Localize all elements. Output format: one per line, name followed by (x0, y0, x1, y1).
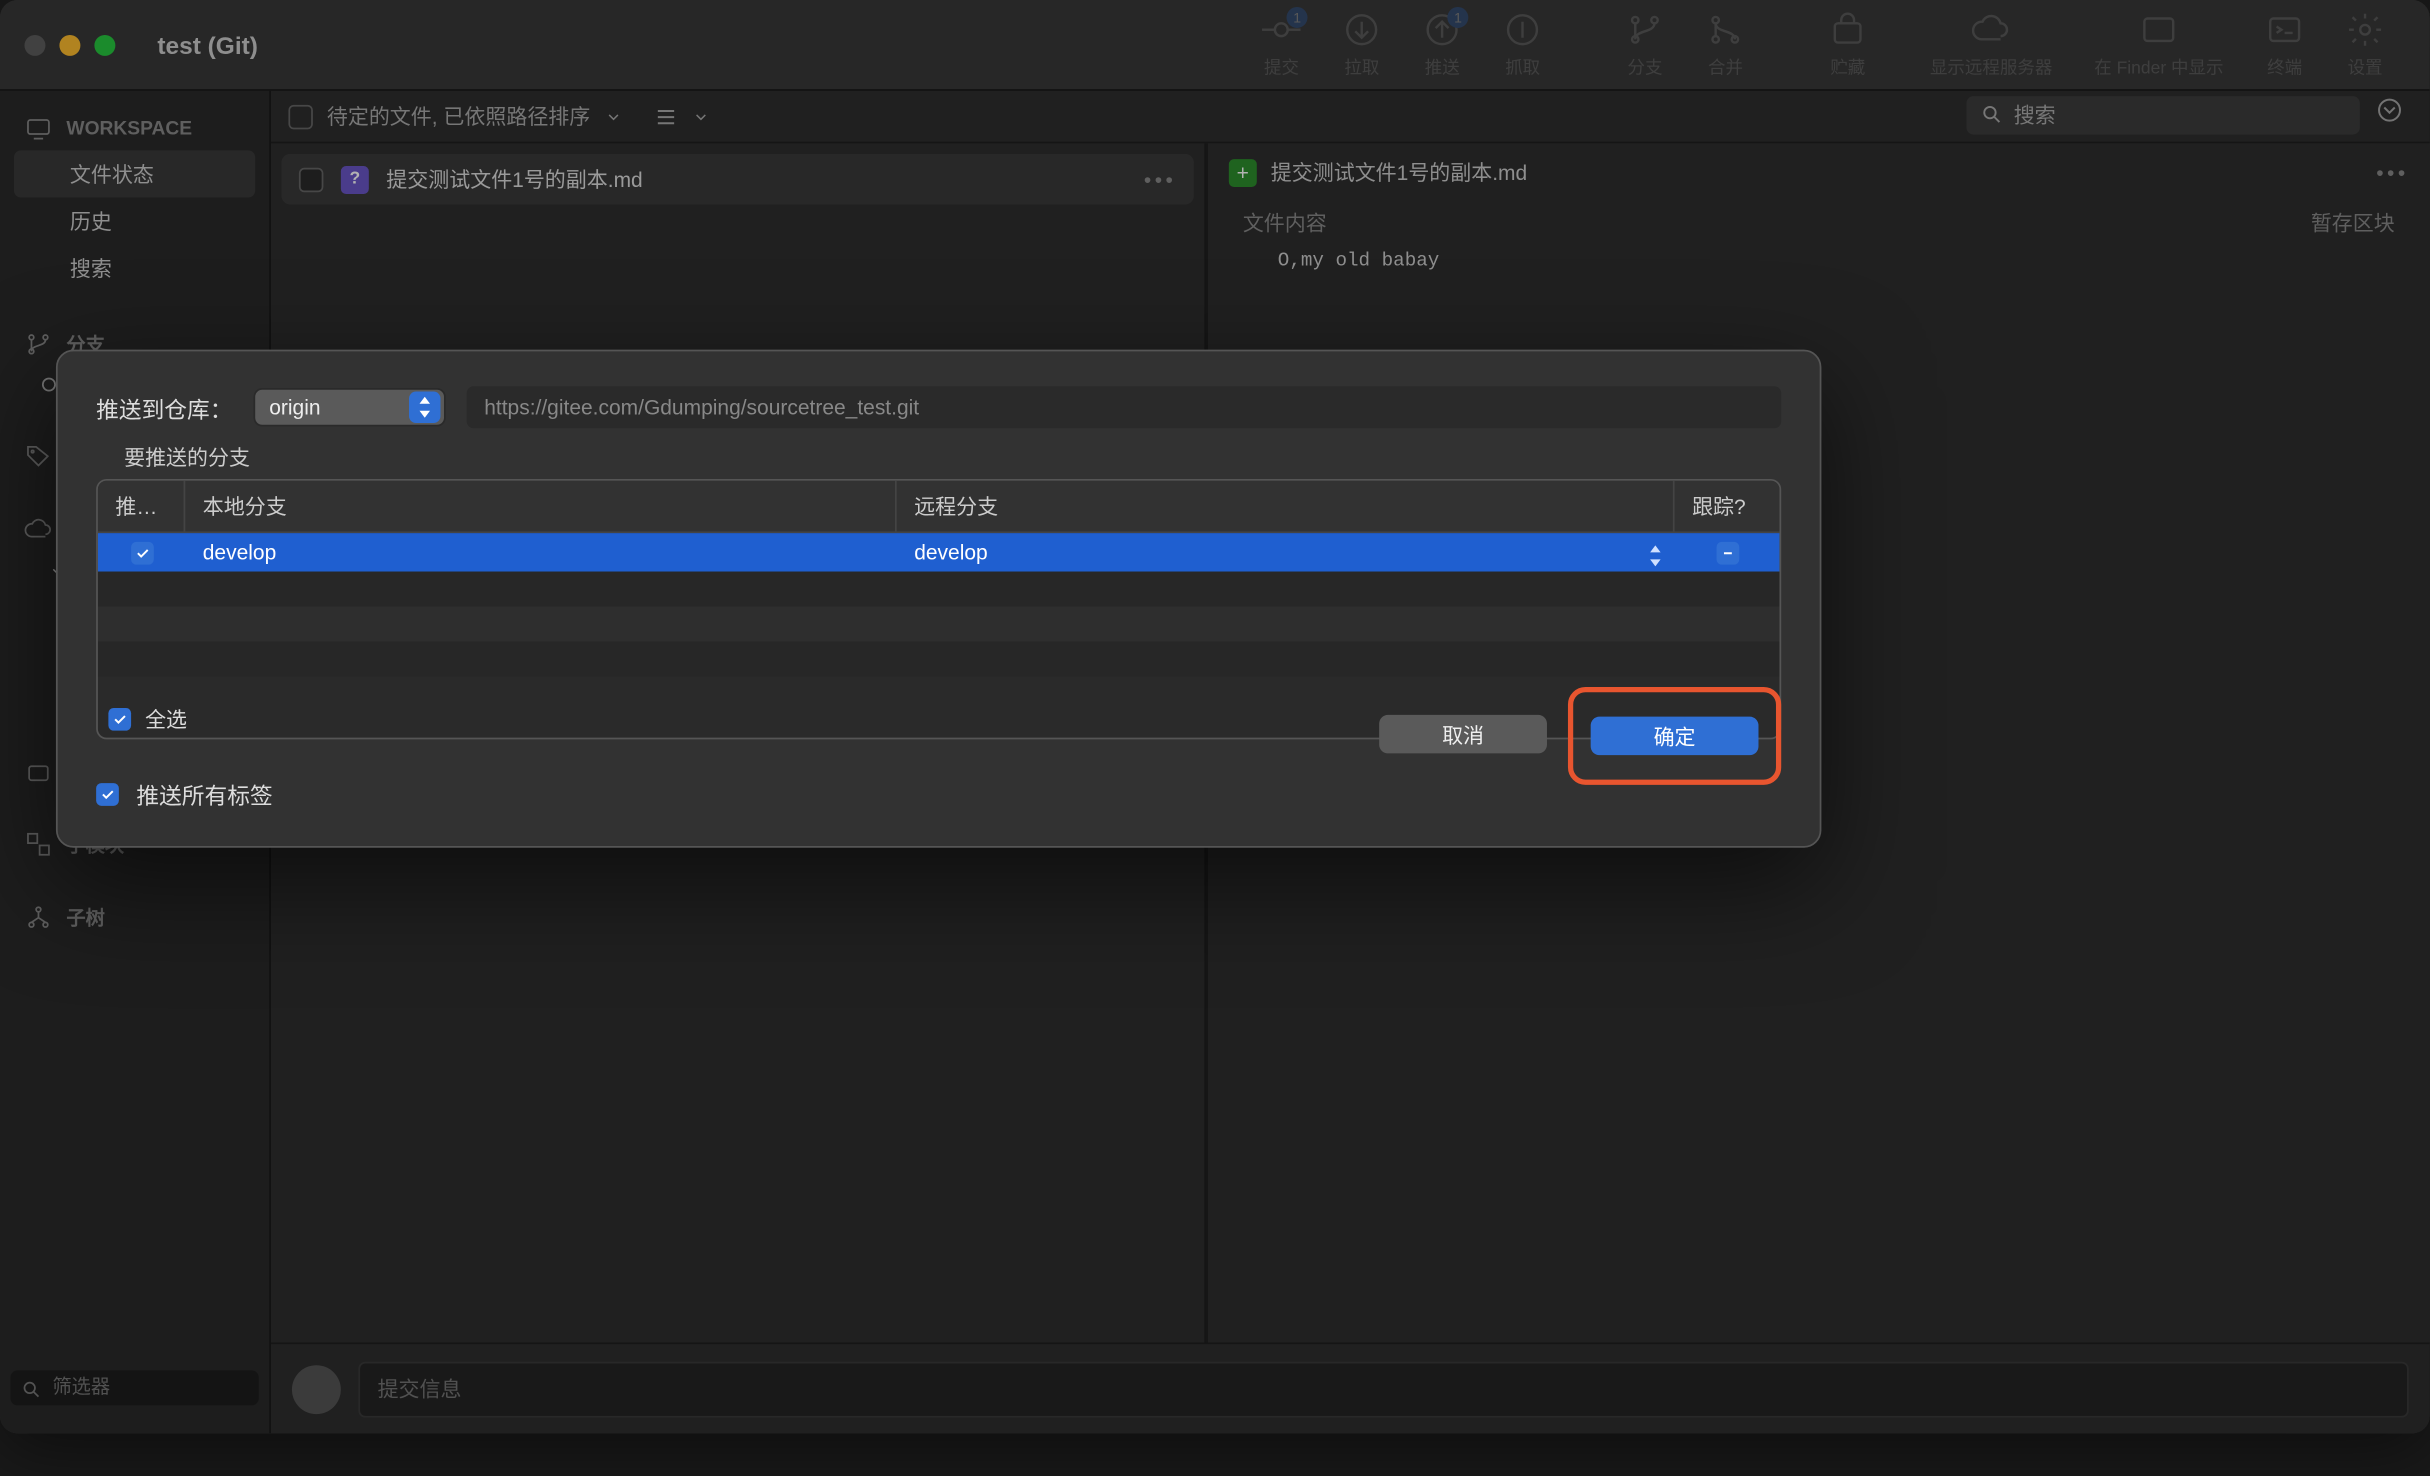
push-checkbox[interactable] (130, 541, 153, 564)
remote-url: https://gitee.com/Gdumping/sourcetree_te… (467, 386, 1781, 428)
track-checkbox[interactable] (1716, 541, 1739, 564)
table-row (98, 572, 1780, 607)
table-row (98, 642, 1780, 677)
select-arrows-icon (1647, 545, 1664, 571)
select-all-checkbox[interactable] (108, 708, 131, 731)
options-icon (2374, 94, 2405, 125)
view-options-button[interactable] (2374, 94, 2405, 134)
modal-overlay: 推送到仓库： origin https://gitee.com/Gdumping… (0, 0, 2430, 1433)
select-arrows-icon (409, 392, 440, 423)
table-row[interactable]: develop develop (98, 533, 1780, 571)
cancel-button[interactable]: 取消 (1379, 715, 1547, 753)
push-dialog: 推送到仓库： origin https://gitee.com/Gdumping… (56, 350, 1821, 848)
col-push: 推… (98, 481, 185, 532)
remote-branch-cell[interactable]: develop (897, 540, 1675, 564)
col-local: 本地分支 (185, 481, 896, 532)
push-all-tags[interactable]: 推送所有标签 (96, 778, 273, 811)
branches-label: 要推送的分支 (124, 442, 1781, 472)
col-remote: 远程分支 (897, 481, 1675, 532)
search-input[interactable]: 搜索 (1967, 95, 2360, 133)
remote-select[interactable]: origin (253, 388, 445, 426)
app-window: test (Git) 1 提交 拉取 1 推送 抓取 (0, 0, 2430, 1433)
search-icon (1980, 103, 2003, 126)
local-branch-cell: develop (185, 540, 896, 564)
ok-button-highlight: 确定 (1568, 687, 1781, 785)
table-row (98, 607, 1780, 642)
push-tags-checkbox[interactable] (96, 783, 119, 806)
branch-table: 推… 本地分支 远程分支 跟踪? develop develop (96, 479, 1781, 739)
push-to-label: 推送到仓库： (96, 391, 232, 424)
col-track: 跟踪? (1675, 481, 1780, 532)
table-header: 推… 本地分支 远程分支 跟踪? (98, 481, 1780, 533)
ok-button[interactable]: 确定 (1591, 717, 1759, 755)
